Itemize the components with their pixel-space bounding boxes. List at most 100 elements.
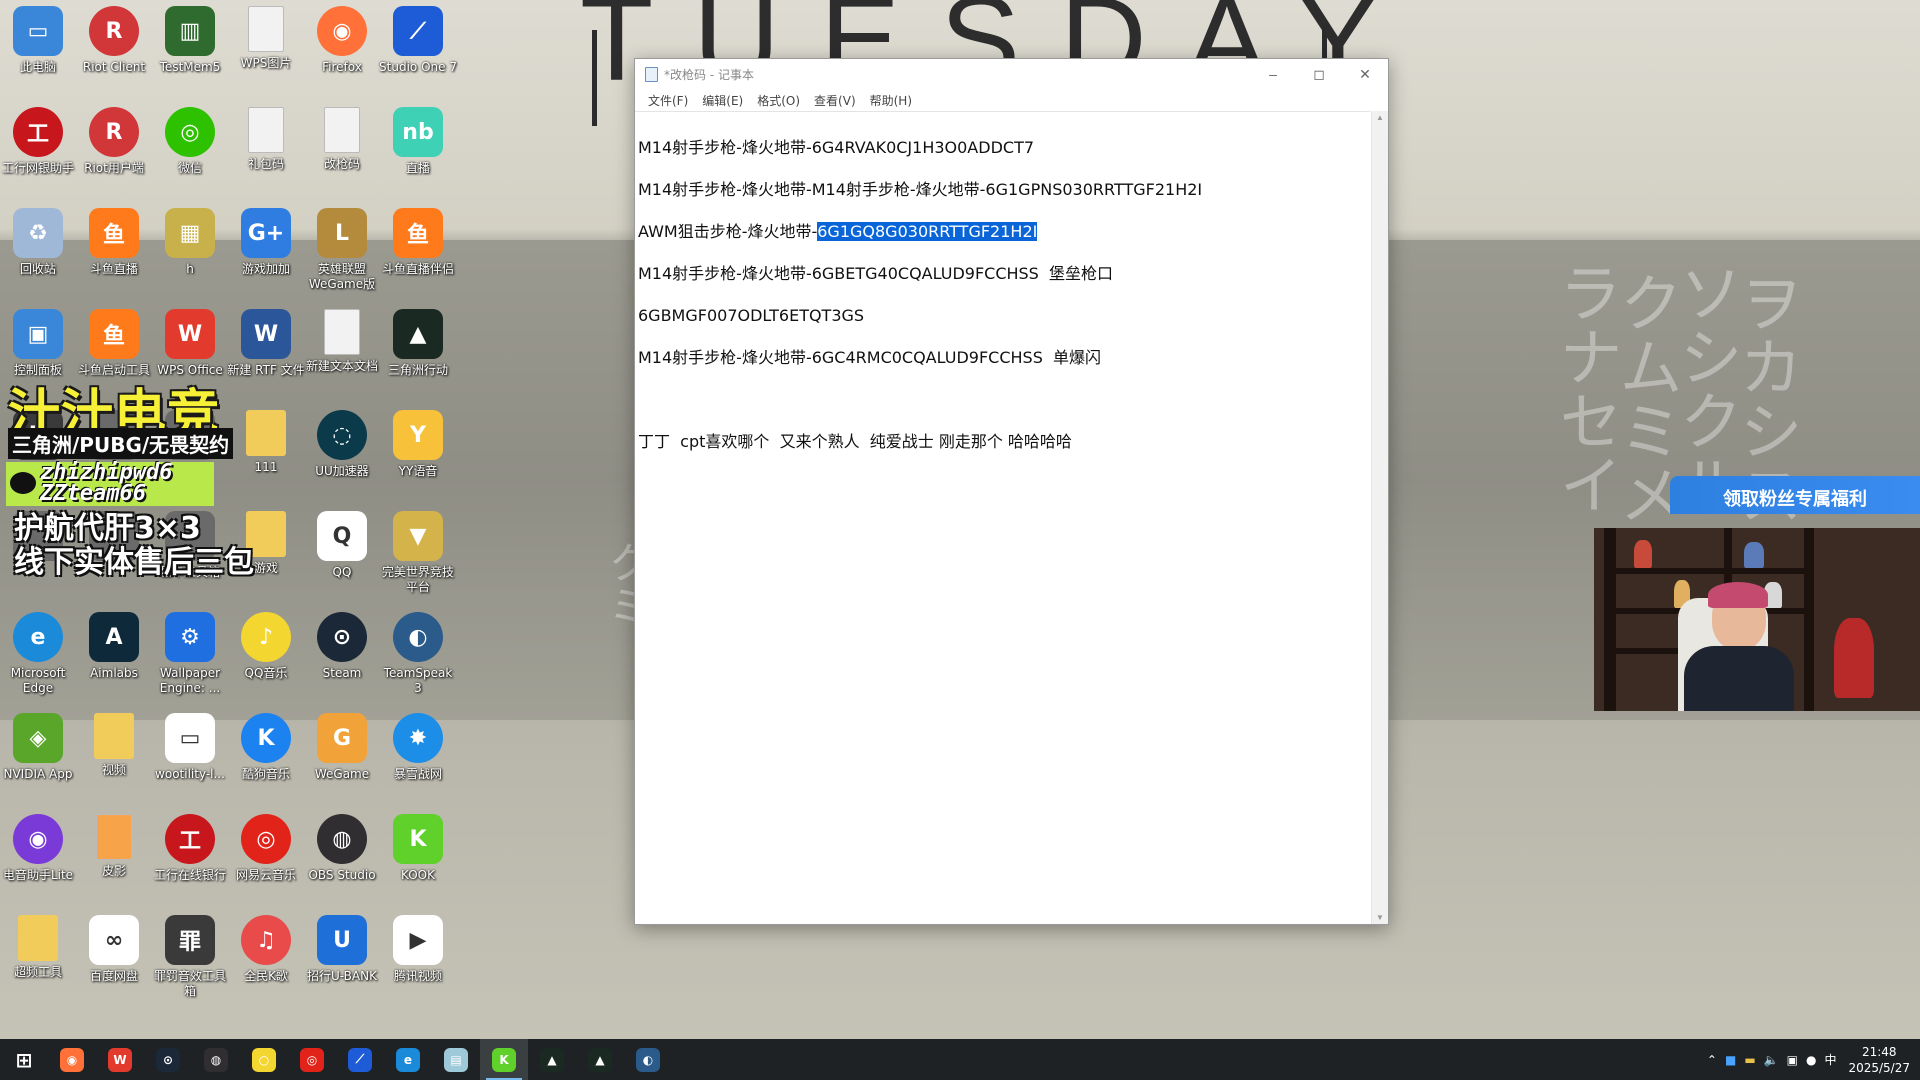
desktop-icon-label: WeGame — [314, 767, 370, 781]
clock-date: 2025/5/27 — [1848, 1060, 1910, 1075]
desktop-icon[interactable]: Q QQ — [302, 505, 382, 601]
taskbar-start-button[interactable]: ⊞ — [0, 1039, 48, 1080]
microphone-icon[interactable]: ● — [1806, 1053, 1816, 1067]
desktop-icon[interactable]: 工工行网银助手 — [0, 101, 78, 197]
desktop-icon[interactable]: 罪罪罚音效工具箱 — [150, 909, 230, 1005]
desktop-icon[interactable]: ∞ 百度网盘 — [74, 909, 154, 1005]
desktop-icon[interactable]: ◈ NVIDIA App — [0, 707, 78, 803]
desktop-icon[interactable]: K 酷狗音乐 — [226, 707, 306, 803]
vertical-scrollbar[interactable]: ▲ ▼ — [1371, 111, 1388, 924]
menu-file[interactable]: 文件(F) — [641, 92, 695, 109]
desktop-icon[interactable]: ◉ Firefox — [302, 0, 382, 96]
desktop-icon[interactable]: ◍ OBS Studio — [302, 808, 382, 904]
desktop-icon[interactable]: G WeGame — [302, 707, 382, 803]
wechat-icon — [10, 472, 36, 494]
taskbar-obs-button[interactable]: ◍ — [192, 1039, 240, 1080]
minimize-button[interactable]: – — [1250, 59, 1296, 89]
desktop-icon[interactable]: 超频工具 — [0, 909, 78, 1005]
folder-icon — [94, 713, 134, 759]
taskbar-delta-force-button[interactable]: ▲ — [528, 1039, 576, 1080]
desktop-icon[interactable]: R Riot Client — [74, 0, 154, 96]
desktop-icon[interactable]: ▶ 腾讯视频 — [378, 909, 458, 1005]
desktop-icon-label: Aimlabs — [90, 666, 138, 680]
douyu-icon: 鱼 — [89, 208, 139, 258]
clock[interactable]: 21:48 2025/5/27 — [1848, 1044, 1910, 1076]
taskbar-steam-button[interactable]: ⊙ — [144, 1039, 192, 1080]
desktop-icon[interactable]: K KOOK — [378, 808, 458, 904]
scroll-down-icon[interactable]: ▼ — [1376, 913, 1384, 922]
desktop-icon[interactable]: ◌ UU加速器 — [302, 404, 382, 500]
notepad-text-area[interactable]: M14射手步枪-烽火地带-6G4RVAK0CJ1H3O0ADDCT7 M14射手… — [635, 111, 1370, 924]
desktop-icon[interactable]: ▥ TestMem5 — [150, 0, 230, 96]
desktop-icon[interactable]: ⚙ Wallpaper Engine: ... — [150, 606, 230, 702]
scroll-up-icon[interactable]: ▲ — [1376, 113, 1384, 122]
document-icon — [248, 6, 284, 52]
notepad-window[interactable]: *改枪码 - 记事本 – ◻ ✕ 文件(F) 编辑(E) 格式(O) 查看(V)… — [634, 58, 1389, 925]
desktop-icon[interactable]: nb 直播 — [378, 101, 458, 197]
taskbar-firefox-button[interactable]: ◉ — [48, 1039, 96, 1080]
taskbar-wps-button[interactable]: W — [96, 1039, 144, 1080]
desktop-icon[interactable]: 礼包码 — [226, 101, 306, 197]
desktop-icon[interactable]: W 新建 RTF 文件 — [226, 303, 306, 399]
desktop-icon[interactable]: ◐ TeamSpeak 3 — [378, 606, 458, 702]
menu-format[interactable]: 格式(O) — [750, 92, 807, 109]
taskbar-circle-app-button[interactable]: ○ — [240, 1039, 288, 1080]
desktop-icon[interactable]: A Aimlabs — [74, 606, 154, 702]
tray-app-icon[interactable]: ■ — [1725, 1053, 1736, 1067]
desktop-icon[interactable]: ▼ 完美世界竞技平台 — [378, 505, 458, 601]
network-icon[interactable]: ▣ — [1787, 1053, 1798, 1067]
desktop-icon[interactable]: 新建文本文档 — [302, 303, 382, 399]
desktop-icon-label: Steam — [322, 666, 362, 680]
notepad-titlebar[interactable]: *改枪码 - 记事本 – ◻ ✕ — [635, 59, 1388, 89]
taskbar-netease-music-button[interactable]: ◎ — [288, 1039, 336, 1080]
netease-music-icon: ◎ — [300, 1047, 324, 1072]
ime-indicator[interactable]: 中 — [1824, 1051, 1836, 1068]
desktop-icon[interactable]: ⟋ Studio One 7 — [378, 0, 458, 96]
icbc-icon: 工 — [165, 814, 215, 864]
desktop-icon[interactable]: ▦ h — [150, 202, 230, 298]
desktop-icon[interactable]: ♫ 全民K歌 — [226, 909, 306, 1005]
close-button[interactable]: ✕ — [1342, 59, 1388, 89]
volume-icon[interactable]: 🔈 — [1764, 1053, 1779, 1067]
desktop-icon[interactable]: L 英雄联盟WeGame版 — [302, 202, 382, 298]
taskbar-teamspeak-button[interactable]: ◐ — [624, 1039, 672, 1080]
desktop-icon[interactable]: ▭ wootility-l... — [150, 707, 230, 803]
desktop-icon[interactable]: ♻ 回收站 — [0, 202, 78, 298]
desktop-icon[interactable]: e Microsoft Edge — [0, 606, 78, 702]
text-line-1: M14射手步枪-烽火地带-6G4RVAK0CJ1H3O0ADDCT7 — [638, 138, 1035, 157]
desktop-icon[interactable]: ✸ 暴雪战网 — [378, 707, 458, 803]
menu-edit[interactable]: 编辑(E) — [695, 92, 750, 109]
taskbar-delta-force-button[interactable]: ▲ — [576, 1039, 624, 1080]
desktop-icon[interactable]: R Riot用户端 — [74, 101, 154, 197]
tray-flag-icon[interactable]: ▬ — [1744, 1053, 1755, 1067]
desktop-icon[interactable]: ◎ 网易云音乐 — [226, 808, 306, 904]
fan-benefit-banner[interactable]: 领取粉丝专属福利 — [1670, 476, 1920, 514]
taskbar-kook-button[interactable]: K — [480, 1039, 528, 1080]
menu-help[interactable]: 帮助(H) — [863, 92, 919, 109]
desktop-icon[interactable]: Y YY语音 — [378, 404, 458, 500]
desktop-icon[interactable]: ▭ 此电脑 — [0, 0, 78, 96]
gameplus-icon: G+ — [241, 208, 291, 258]
taskbar-notepad-button[interactable]: ▤ — [432, 1039, 480, 1080]
menu-view[interactable]: 查看(V) — [807, 92, 863, 109]
desktop-icon[interactable]: U 招行U-BANK — [302, 909, 382, 1005]
desktop-icon[interactable]: ▲ 三角洲行动 — [378, 303, 458, 399]
desktop-icon[interactable]: 鱼斗鱼直播 — [74, 202, 154, 298]
taskbar-studio-one-button[interactable]: ⟋ — [336, 1039, 384, 1080]
sound-tool-icon: 罪 — [165, 915, 215, 965]
desktop-icon[interactable]: 视频 — [74, 707, 154, 803]
desktop-icon[interactable]: 改枪码 — [302, 101, 382, 197]
desktop-icon[interactable]: G+ 游戏加加 — [226, 202, 306, 298]
desktop-icon[interactable]: WPS图片 — [226, 0, 306, 96]
maximize-button[interactable]: ◻ — [1296, 59, 1342, 89]
desktop-icon[interactable]: 鱼斗鱼直播伴侣 — [378, 202, 458, 298]
tray-expand-icon[interactable]: ⌃ — [1707, 1053, 1717, 1067]
desktop-icon[interactable]: 皮影 — [74, 808, 154, 904]
taskbar-edge-button[interactable]: e — [384, 1039, 432, 1080]
desktop-icon[interactable]: ◎ 微信 — [150, 101, 230, 197]
desktop-icon[interactable]: ◉ 电音助手Lite — [0, 808, 78, 904]
desktop-icon[interactable]: ⊙ Steam — [302, 606, 382, 702]
desktop-icon[interactable]: 111 — [226, 404, 306, 500]
desktop-icon[interactable]: ♪ QQ音乐 — [226, 606, 306, 702]
desktop-icon[interactable]: 工工行在线银行 — [150, 808, 230, 904]
